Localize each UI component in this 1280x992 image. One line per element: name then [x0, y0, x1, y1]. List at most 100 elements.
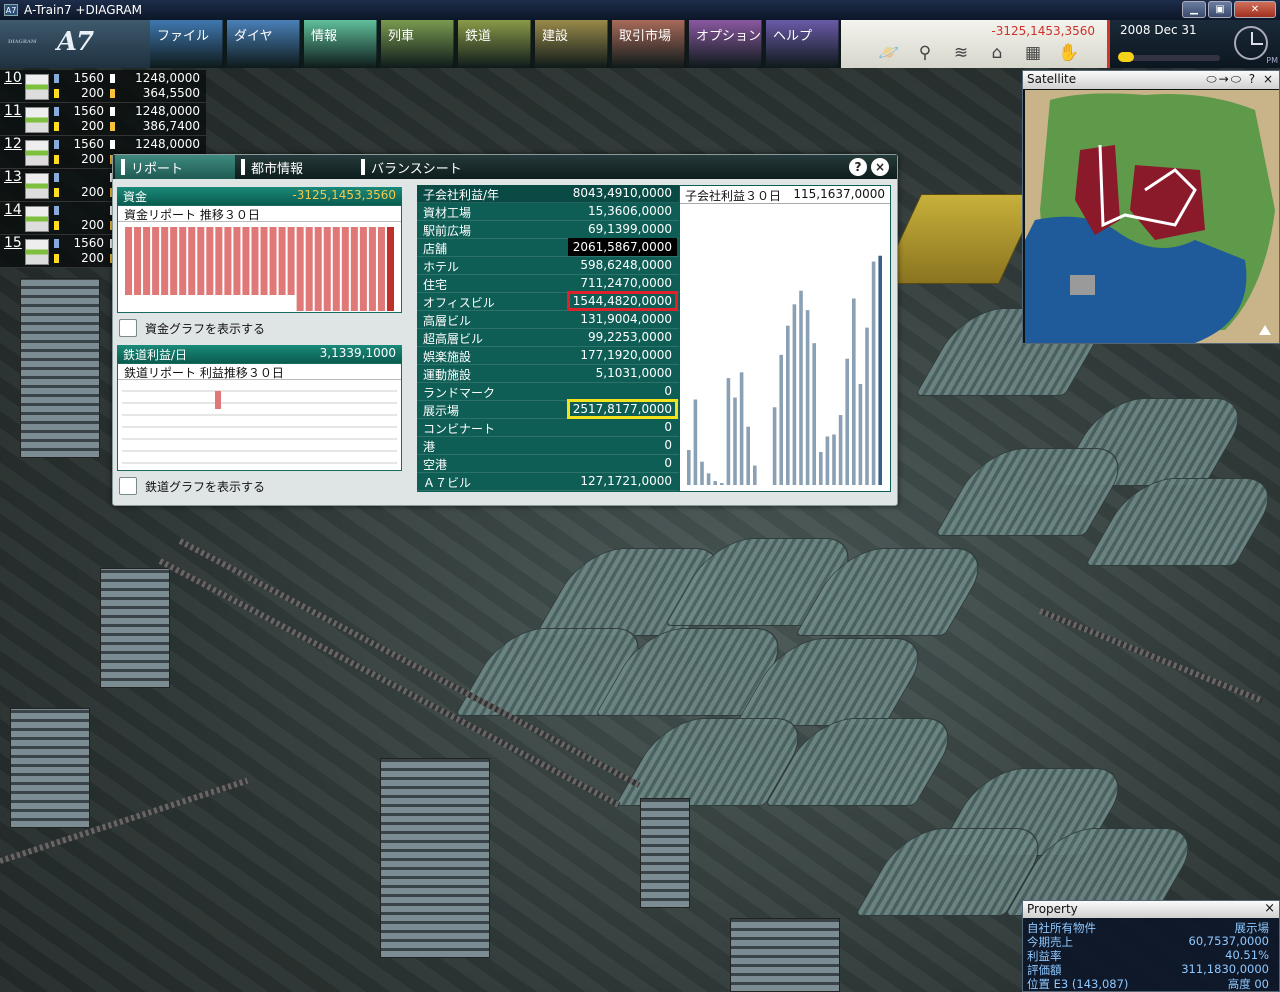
subsidiary-label: 娯楽施設	[423, 350, 472, 364]
subsidiary-row[interactable]: 展示場 2517,8177,0000	[417, 399, 679, 419]
funds-graph-checkbox[interactable]	[119, 319, 137, 337]
maximize-button[interactable]: ▣	[1208, 1, 1232, 18]
speed-slider-knob[interactable]	[1118, 52, 1134, 62]
subsidiary-row[interactable]: オフィスビル 1544,4820,0000	[417, 291, 679, 311]
building-icon[interactable]: ⌂	[985, 42, 1009, 64]
rail-graph-checkbox-label: 鉄道グラフを表示する	[145, 480, 266, 494]
subsidiary-bar	[878, 255, 882, 485]
subsidiary-value: 177,1920,0000	[580, 348, 672, 362]
layers-icon[interactable]: ≋	[949, 42, 973, 64]
train-stats-line: 1560 1248,0000	[54, 104, 204, 120]
satellite-panel: Satellite ⬭→⬭ ? ×	[1022, 70, 1280, 344]
subsidiary-row[interactable]: ランドマーク 0	[417, 383, 679, 401]
subsidiary-row[interactable]: ホテル 598,6248,0000	[417, 257, 679, 275]
grid-icon[interactable]: ▦	[1021, 42, 1045, 64]
menu-item[interactable]: 列車	[381, 20, 454, 68]
subsidiary-row[interactable]: Ａ７ビル 127,1721,0000	[417, 473, 679, 491]
rail-graph-checkbox[interactable]	[119, 477, 137, 495]
satellite-controls[interactable]: ⬭→⬭ ? ×	[1206, 72, 1275, 87]
train-number[interactable]: 14	[4, 202, 22, 218]
close-property-button[interactable]: ×	[1264, 901, 1275, 916]
train-number[interactable]: 15	[4, 235, 22, 251]
tab-report[interactable]: リポート	[115, 155, 235, 179]
property-row: 位置 E3 (143,087) 高度 00	[1025, 976, 1277, 991]
magnifier-icon[interactable]: ⚲	[913, 42, 937, 64]
subsidiary-bar	[706, 473, 711, 485]
subsidiary-row[interactable]: 店舗 2061,5867,0000	[417, 238, 679, 257]
train-speed: 200	[81, 152, 104, 166]
menu-item[interactable]: 建設	[535, 20, 608, 68]
subsidiary-bar	[858, 383, 863, 485]
subsidiary-label: 住宅	[423, 278, 448, 292]
train-number[interactable]: 10	[4, 70, 22, 86]
subsidiary-row[interactable]: 運動施設 5,1031,0000	[417, 365, 679, 383]
train-thumbnail	[25, 173, 49, 199]
minimize-button[interactable]: ▁	[1182, 1, 1206, 18]
help-button[interactable]: ?	[849, 158, 867, 176]
subsidiary-value: 5,1031,0000	[595, 366, 672, 380]
speed-slider-track[interactable]	[1120, 55, 1220, 61]
train-row[interactable]: 11 1560 1248,0000 200 386,7400	[0, 103, 206, 136]
subsidiary-row[interactable]: 娯楽施設 177,1920,0000	[417, 347, 679, 365]
subsidiary-label: 空港	[423, 458, 448, 472]
train-number[interactable]: 11	[4, 103, 22, 119]
subsidiary-value: 0	[664, 438, 672, 452]
close-window-button[interactable]: ✕	[1234, 1, 1276, 18]
subsidiary-total-label: 子会社利益/年	[423, 188, 500, 202]
subsidiary-label: 展示場	[423, 404, 460, 418]
tab-city-info[interactable]: 都市情報	[235, 155, 355, 179]
hand-icon[interactable]: ✋	[1057, 42, 1081, 64]
menu-item[interactable]: ヘルプ	[766, 20, 839, 68]
subsidiary-row[interactable]: コンビナート 0	[417, 419, 679, 437]
funds-bar	[323, 227, 331, 311]
subsidiary-row[interactable]: 住宅 711,2470,0000	[417, 275, 679, 293]
subsidiary-row[interactable]: 高層ビル 131,9004,0000	[417, 311, 679, 329]
train-profit: 364,5500	[142, 86, 200, 100]
property-row: 利益率 40.51%	[1025, 948, 1277, 963]
rail-header: 鉄道利益/日 3,1339,1000	[117, 345, 402, 363]
planet-icon[interactable]: 🪐	[877, 42, 901, 64]
subsidiary-row[interactable]: 資材工場 15,3606,0000	[417, 203, 679, 221]
satellite-header[interactable]: Satellite ⬭→⬭ ? ×	[1023, 71, 1279, 89]
property-title: Property	[1027, 902, 1078, 916]
menu-item[interactable]: ファイル	[150, 20, 223, 68]
train-capacity: 1560	[73, 104, 104, 118]
subsidiary-bar	[832, 434, 836, 485]
funds-bar	[170, 227, 178, 295]
train-speed: 200	[81, 251, 104, 265]
subsidiary-total-value: 8043,4910,0000	[572, 186, 672, 200]
subsidiary-row[interactable]: 空港 0	[417, 455, 679, 473]
game-logo: A7 DIAGRAM	[0, 20, 150, 68]
subsidiary-bar	[805, 310, 810, 485]
train-stats-line: 200 386,7400	[54, 119, 204, 135]
subsidiary-value: 0	[664, 384, 672, 398]
satellite-map[interactable]	[1025, 90, 1279, 343]
menu-item[interactable]: オプション	[689, 20, 762, 68]
subsidiary-label: 超高層ビル	[423, 332, 484, 346]
menu-item[interactable]: ダイヤ	[227, 20, 300, 68]
subsidiary-label: オフィスビル	[423, 296, 495, 310]
train-thumbnail	[25, 74, 49, 100]
subsidiary-bar	[852, 298, 856, 485]
train-number[interactable]: 13	[4, 169, 22, 185]
funds-bar	[314, 227, 322, 311]
menu-item[interactable]: 鉄道	[458, 20, 531, 68]
train-row[interactable]: 10 1560 1248,0000 200 364,5500	[0, 70, 206, 103]
subsidiary-value: 0	[664, 456, 672, 470]
close-report-button[interactable]: ×	[871, 158, 889, 176]
menu-item[interactable]: 取引市場	[612, 20, 685, 68]
menu-item[interactable]: 情報	[304, 20, 377, 68]
subsidiary-row[interactable]: 駅前広場 69,1399,0000	[417, 221, 679, 239]
train-value: 1248,0000	[135, 104, 200, 118]
tall-building	[20, 278, 100, 458]
subsidiary-row[interactable]: 超高層ビル 99,2253,0000	[417, 329, 679, 347]
subsidiary-chart-box: 子会社利益３０日 115,1637,0000	[679, 185, 891, 492]
window-title-bar[interactable]: A7 A-Train7 +DIAGRAM ▁ ▣ ✕	[0, 0, 1280, 20]
train-number[interactable]: 12	[4, 136, 22, 152]
subsidiary-bar	[720, 483, 724, 485]
subsidiary-value: 2517,8177,0000	[566, 399, 679, 419]
rail-value: 3,1339,1000	[319, 346, 396, 360]
tab-balance-sheet[interactable]: バランスシート	[355, 155, 475, 179]
subsidiary-row[interactable]: 港0	[417, 437, 679, 455]
funds-bar	[287, 227, 295, 295]
